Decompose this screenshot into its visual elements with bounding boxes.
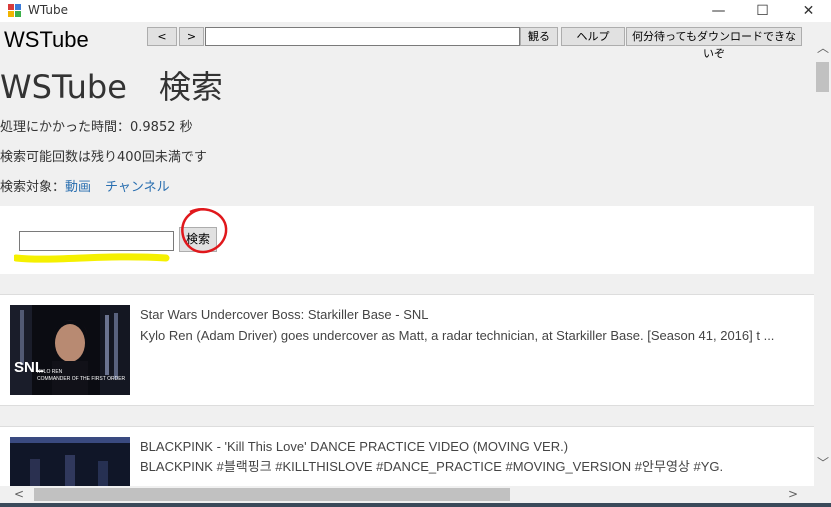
app-icon [8, 4, 21, 17]
window-title: WTube [28, 3, 68, 17]
page-title: WSTube 検索 [0, 68, 223, 106]
scroll-down-arrow[interactable]: ﹀ [817, 454, 829, 471]
video-thumbnail-art [10, 437, 130, 489]
search-target-row: 検索対象：動画 チャンネル [0, 176, 170, 195]
video-thumbnail[interactable] [10, 437, 130, 489]
result-item[interactable]: SNL KYLO REN COMMANDER OF THE FIRST ORDE… [0, 294, 814, 406]
thumbnail-subcaption: COMMANDER OF THE FIRST ORDER [37, 376, 126, 382]
scroll-up-arrow[interactable]: ︿ [817, 39, 829, 56]
forward-button[interactable]: > [179, 27, 204, 46]
processing-time: 処理にかかった時間：0.9852 秒 [0, 120, 193, 135]
search-panel: 検索 [0, 206, 814, 274]
help-button[interactable]: ヘルプ [561, 27, 625, 46]
no-download-button[interactable]: 何分待ってもダウンロードできないぞ [626, 27, 802, 60]
watch-button[interactable]: 観る [520, 27, 558, 46]
taskbar-strip [0, 503, 831, 507]
horizontal-scrollbar[interactable]: < > [0, 486, 814, 503]
close-button[interactable]: ✕ [786, 0, 831, 22]
video-thumbnail[interactable]: SNL KYLO REN COMMANDER OF THE FIRST ORDE… [10, 305, 130, 395]
result-description: Kylo Ren (Adam Driver) goes undercover a… [140, 328, 775, 343]
back-button[interactable]: < [147, 27, 177, 46]
horizontal-scroll-thumb[interactable] [34, 488, 510, 501]
window-titlebar: WTube — ☐ ✕ [0, 0, 831, 22]
vertical-scrollbar[interactable]: ︿ ﹀ [814, 37, 831, 485]
result-item[interactable]: BLACKPINK - 'Kill This Love' DANCE PRACT… [0, 426, 814, 489]
search-input[interactable] [19, 231, 174, 251]
search-target-label: 検索対象： [0, 180, 66, 195]
url-input[interactable] [205, 27, 520, 46]
thumbnail-caption: KYLO REN [37, 369, 63, 375]
toolbar-logo: WSTube [4, 27, 89, 52]
maximize-button[interactable]: ☐ [740, 0, 785, 22]
scroll-left-arrow[interactable]: < [14, 487, 24, 501]
minimize-button[interactable]: — [696, 0, 741, 22]
scroll-right-arrow[interactable]: > [788, 487, 798, 501]
target-video-link[interactable]: 動画 [65, 180, 91, 195]
remaining-searches: 検索可能回数は残り400回未満です [0, 150, 207, 165]
result-title[interactable]: Star Wars Undercover Boss: Starkiller Ba… [140, 307, 429, 322]
vertical-scroll-thumb[interactable] [816, 62, 829, 92]
result-description: BLACKPINK #블랙핑크 #KILLTHISLOVE #DANCE_PRA… [140, 459, 724, 474]
result-title[interactable]: BLACKPINK - 'Kill This Love' DANCE PRACT… [140, 439, 568, 454]
red-circle-annotation [181, 207, 228, 254]
target-channel-link[interactable]: チャンネル [105, 180, 170, 195]
yellow-highlight-mark [14, 253, 170, 263]
